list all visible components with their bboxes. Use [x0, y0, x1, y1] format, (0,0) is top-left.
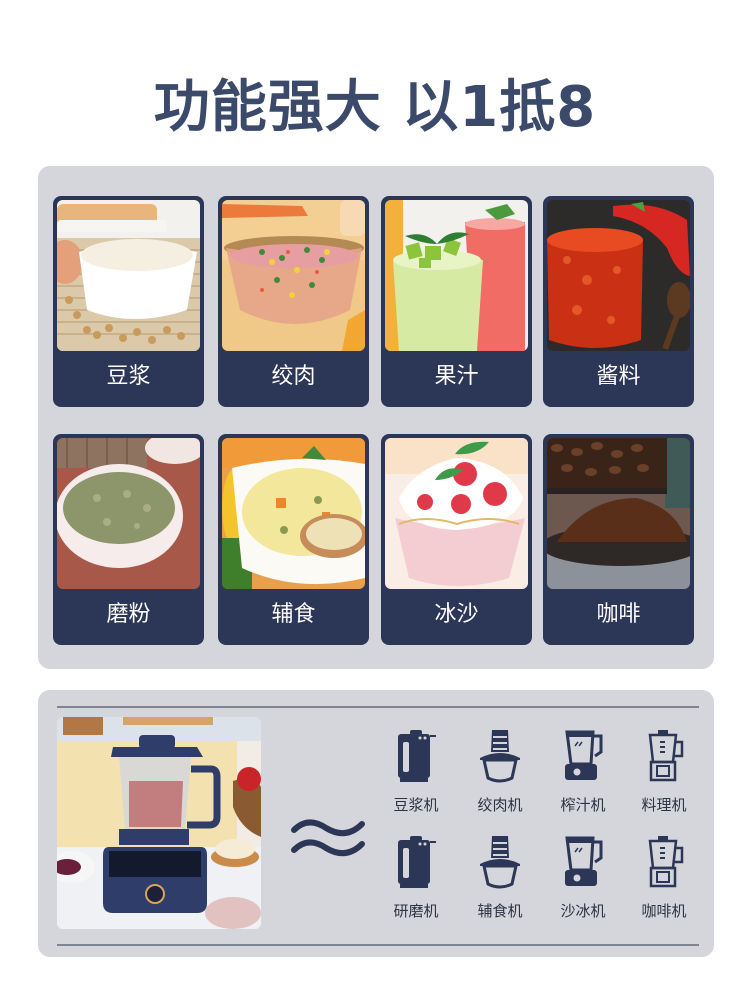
function-card-sauce: 酱料 [543, 196, 694, 407]
function-label: 酱料 [596, 364, 641, 389]
soymilk-maker-icon [398, 730, 436, 782]
function-label: 绞肉 [271, 364, 316, 389]
function-label: 咖啡 [596, 602, 641, 627]
juicer-icon [565, 730, 603, 780]
appliance-meat-grinder: 绞肉机 [460, 728, 540, 815]
function-card-soy-milk: 豆浆 [53, 196, 204, 407]
function-label: 果汁 [434, 364, 479, 389]
grinding-powder-photo [57, 438, 200, 589]
appliance-label: 榨汁机 [560, 796, 606, 814]
divider-top [57, 706, 699, 708]
appliance-label: 绞肉机 [477, 796, 523, 814]
meat-grinder-icon [480, 836, 520, 889]
minced-meat-photo [222, 200, 365, 351]
function-card-coffee: 咖啡 [543, 434, 694, 645]
blender-product-photo [57, 717, 261, 929]
appliance-smoothie-maker: 沙冰机 [543, 834, 623, 921]
appliance-soymilk-maker: 豆浆机 [376, 728, 456, 815]
meat-grinder-icon [480, 730, 520, 783]
function-card-baby-food: 辅食 [218, 434, 369, 645]
appliance-juicer: 榨汁机 [543, 728, 623, 815]
sauce-photo [547, 200, 690, 351]
appliance-food-processor: 料理机 [624, 728, 704, 815]
approximately-equal-icon [291, 819, 365, 857]
page-title: 功能强大 以1抵8 [153, 75, 597, 140]
coffee-photo [547, 438, 690, 589]
appliance-label: 研磨机 [393, 902, 439, 920]
appliance-baby-food-maker: 辅食机 [460, 834, 540, 921]
appliance-label: 豆浆机 [393, 796, 439, 814]
function-label: 磨粉 [106, 602, 151, 627]
function-card-minced-meat: 绞肉 [218, 196, 369, 407]
comparison-panel: 豆浆机 绞肉机 榨汁机 料理机 研磨机 辅食机 沙冰机 咖啡机 [38, 690, 714, 957]
appliance-label: 咖啡机 [641, 902, 687, 920]
appliance-grinder: 研磨机 [376, 834, 456, 921]
juicer-icon [565, 836, 603, 886]
function-label: 豆浆 [106, 364, 151, 389]
food-processor-icon [648, 836, 684, 888]
function-label: 冰沙 [434, 602, 479, 627]
soymilk-maker-icon [398, 836, 436, 888]
appliance-label: 沙冰机 [560, 902, 606, 920]
appliance-label: 辅食机 [477, 902, 523, 920]
baby-food-photo [222, 438, 365, 589]
function-label: 辅食 [271, 602, 316, 627]
soy-milk-photo [57, 200, 200, 351]
function-card-juice: 果汁 [381, 196, 532, 407]
smoothie-photo [385, 438, 528, 589]
function-card-smoothie: 冰沙 [381, 434, 532, 645]
food-processor-icon [648, 730, 684, 782]
appliance-label: 料理机 [641, 796, 687, 814]
functions-panel: 豆浆 绞肉 果汁 酱料 磨粉 辅食 冰沙 咖啡 [38, 166, 714, 669]
appliance-coffee-grinder: 咖啡机 [624, 834, 704, 921]
juice-photo [385, 200, 528, 351]
divider-bottom [57, 944, 699, 946]
function-card-grinding-powder: 磨粉 [53, 434, 204, 645]
